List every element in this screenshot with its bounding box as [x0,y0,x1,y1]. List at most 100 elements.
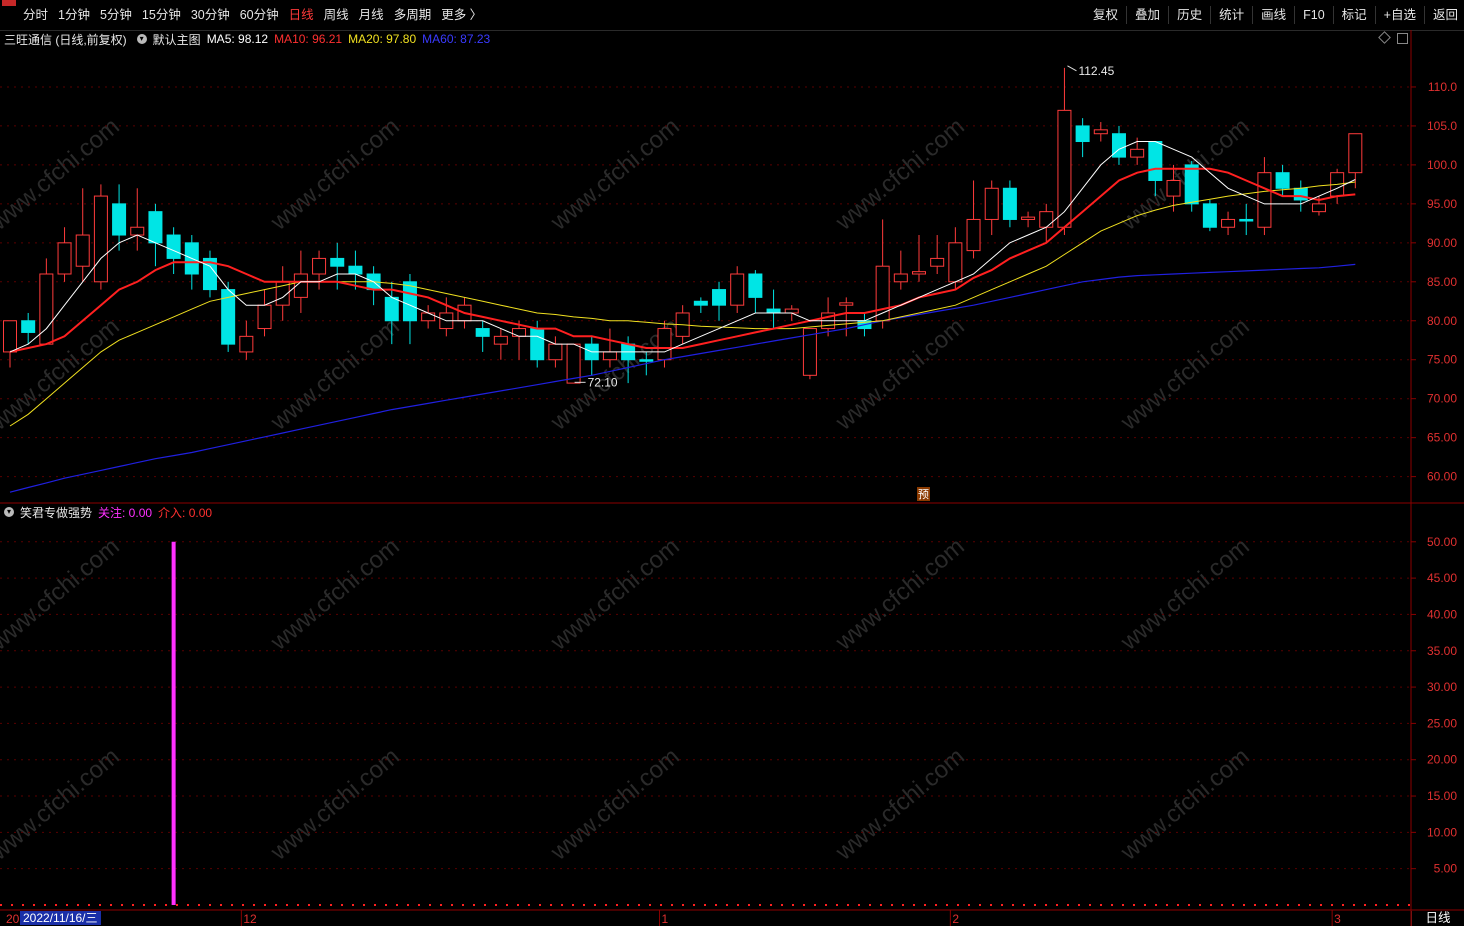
candle-body [548,343,563,361]
watermark-text: www.cfchi.com [1115,533,1255,656]
candle [202,250,217,298]
candle [730,266,745,313]
candle [1239,203,1254,236]
candle-body [166,234,181,259]
candle-body [130,226,145,236]
kline-chart[interactable]: www.cfchi.com www.cfchi.com www.cfchi.com w… [0,0,1464,926]
candle [239,320,254,360]
candle [712,281,727,321]
indicator-tick-label: 40.00 [1427,607,1457,621]
month-tick-label: 3 [1334,912,1341,926]
watermark-text: www.cfchi.com [265,313,405,436]
watermark-text: www.cfchi.com [0,743,125,866]
candle-body [148,211,163,244]
candle-body [112,203,127,236]
candle-body [1348,133,1363,174]
candle [875,219,890,329]
price-tick-label: 65.00 [1427,431,1457,445]
candle [966,180,981,259]
candle-body [257,304,272,330]
price-tick-label: 85.00 [1427,275,1457,289]
candle-body [3,320,17,353]
year-stub-label: 20 [6,912,20,926]
candle-body [93,195,108,283]
candle-body [839,302,854,306]
candle-body [730,273,745,306]
price-tick-label: 110.0 [1428,80,1457,94]
watermark-text: www.cfchi.com [1115,743,1255,866]
watermark-text: www.cfchi.com [0,533,125,656]
candle-body [1184,164,1199,205]
candle-body [330,257,345,267]
candle-body [1039,211,1054,228]
indicator-tick-label: 25.00 [1427,716,1457,730]
candle-body [712,289,727,306]
candle-body [1093,129,1108,135]
candle [75,188,90,282]
watermark-text: www.cfchi.com [265,113,405,236]
candle [1057,67,1072,236]
candle-body [1257,172,1272,228]
candle-body [766,308,781,314]
candle [3,320,17,368]
watermark-text: www.cfchi.com [830,743,970,866]
candle [1111,125,1126,165]
candle-body [1275,172,1290,189]
candle-body [948,242,963,283]
candle-body [512,328,527,337]
candle [221,281,236,352]
candle-body [348,265,363,275]
indicator-tick-label: 50.00 [1427,535,1457,549]
indicator-tick-label: 30.00 [1427,680,1457,694]
candle-body [312,257,327,275]
candle [748,270,763,313]
candle [893,250,908,290]
candle-body [748,273,763,298]
watermark-text: www.cfchi.com [265,743,405,866]
candle [130,188,145,251]
candle [21,312,36,345]
indicator-tick-label: 20.00 [1427,753,1457,767]
candle-body [21,320,36,333]
candle-body [1002,187,1017,220]
price-tick-label: 100.0 [1427,158,1457,172]
candle [584,336,599,376]
candle-body [1311,203,1326,213]
candle [1257,157,1272,236]
low-label: 72.10 [588,375,618,389]
month-tick-label: 1 [661,912,668,926]
indicator-tick-label: 5.00 [1434,862,1458,876]
candle-body [930,257,945,267]
month-tick-label: 2 [952,912,959,926]
candle [1021,211,1036,228]
ma60-line [9,263,1356,493]
price-tick-label: 70.00 [1427,392,1457,406]
candle [1348,133,1363,189]
watermark-text: www.cfchi.com [830,533,970,656]
candle-body [239,335,254,353]
candle [1275,164,1290,197]
candle [93,184,108,290]
candle [1093,122,1108,142]
candle [1202,199,1217,232]
indicator-tick-label: 15.00 [1427,789,1457,803]
watermark-text: www.cfchi.com [545,533,685,656]
watermark-text: www.cfchi.com [830,313,970,436]
bottom-period-tab[interactable]: 日线 [1411,911,1464,926]
price-tick-label: 90.00 [1427,236,1457,250]
watermark-text: www.cfchi.com [545,743,685,866]
candle [548,336,563,368]
candle-body [1057,109,1072,228]
candle-body [402,281,417,322]
candles-group [3,67,1363,384]
candle-body [912,271,926,275]
price-tick-label: 75.00 [1427,353,1457,367]
candle-body [57,242,72,275]
candle [57,227,72,282]
candle-body [1166,179,1181,197]
price-tick-label: 60.00 [1427,470,1457,484]
pre-tag: 预 [917,487,930,501]
candle [839,297,854,337]
high-label: 112.45 [1078,64,1114,78]
indicator-tick-label: 10.00 [1427,825,1457,839]
